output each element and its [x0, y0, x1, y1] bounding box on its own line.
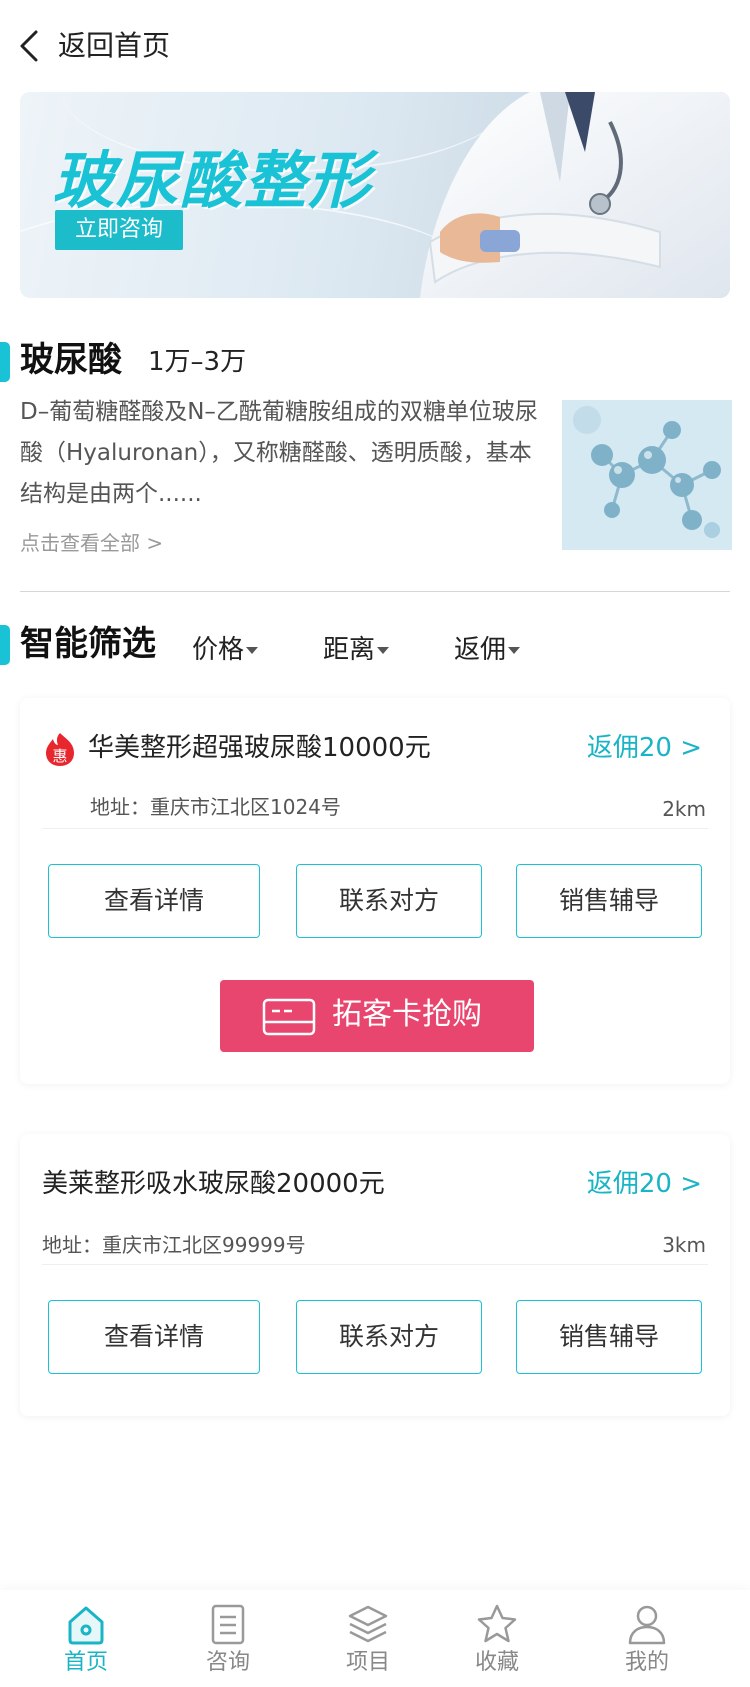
contact-button[interactable]: 联系对方 [296, 864, 482, 938]
credit-card-icon [262, 998, 316, 1036]
listing-distance: 2km [662, 797, 706, 821]
card-divider [42, 828, 708, 829]
listing-address: 地址：重庆市江北区99999号 [42, 1233, 306, 1257]
rebate-link[interactable]: 返佣20 > [587, 730, 702, 766]
consult-now-button[interactable]: 立即咨询 [55, 210, 183, 250]
section-marker [0, 625, 10, 665]
listing-title[interactable]: 美莱整形吸水玻尿酸20000元 [42, 1166, 385, 1202]
tab-home[interactable]: 首页 [26, 1590, 146, 1687]
see-all-link[interactable]: 点击查看全部 > [20, 528, 163, 558]
tab-favorites-label: 收藏 [474, 1650, 519, 1675]
sales-guidance-button[interactable]: 销售辅导 [516, 864, 702, 938]
top-bar: 返回首页 [0, 0, 750, 92]
banner-title: 玻尿酸整形 [52, 144, 373, 217]
buy-card-button[interactable]: 拓客卡抢购 [220, 980, 534, 1052]
caret-down-icon [377, 647, 390, 654]
user-icon [628, 1605, 666, 1645]
discount-badge-text: 惠 [52, 747, 67, 765]
star-icon [477, 1604, 517, 1643]
view-details-button[interactable]: 查看详情 [48, 864, 260, 938]
caret-down-icon [246, 647, 259, 654]
intro-description: D–葡萄糖醛酸及N–乙酰葡糖胺组成的双糖单位玻尿酸（Hyaluronan），又称… [20, 399, 538, 507]
listing-card[interactable]: 惠 华美整形超强玻尿酸10000元 返佣20 > 地址：重庆市江北区1024号 … [20, 698, 730, 1084]
caret-down-icon [508, 647, 521, 654]
listing-title[interactable]: 华美整形超强玻尿酸10000元 [88, 730, 431, 766]
listing-distance: 3km [662, 1233, 706, 1257]
layers-icon [348, 1605, 388, 1643]
home-icon [68, 1606, 104, 1645]
promo-banner[interactable]: 玻尿酸整形 立即咨询 [20, 92, 730, 298]
filter-price-label: 价格 [192, 635, 245, 665]
tab-projects-label: 项目 [345, 1650, 390, 1675]
discount-badge-icon: 惠 [46, 733, 74, 766]
section-divider [20, 591, 730, 592]
bottom-tab-bar: 首页 咨询 项目 收藏 我的 [0, 1590, 750, 1687]
section-marker [0, 342, 10, 382]
tab-projects[interactable]: 项目 [308, 1590, 428, 1687]
card-divider [42, 1264, 708, 1265]
section-title-filter: 智能筛选 [20, 624, 156, 664]
chevron-left-icon[interactable] [18, 28, 42, 64]
buy-card-label: 拓客卡抢购 [332, 997, 482, 1032]
tab-consult-label: 咨询 [205, 1650, 250, 1675]
document-icon [211, 1604, 245, 1645]
filter-rebate-label: 返佣 [454, 635, 507, 665]
filter-distance-label: 距离 [323, 635, 376, 665]
filter-price[interactable]: 价格 [192, 632, 259, 668]
filter-distance[interactable]: 距离 [323, 632, 390, 668]
sales-guidance-button[interactable]: 销售辅导 [516, 1300, 702, 1374]
filter-rebate[interactable]: 返佣 [454, 632, 521, 668]
listing-card[interactable]: 美莱整形吸水玻尿酸20000元 返佣20 > 地址：重庆市江北区99999号 3… [20, 1134, 730, 1416]
view-details-button[interactable]: 查看详情 [48, 1300, 260, 1374]
tab-consult[interactable]: 咨询 [168, 1590, 288, 1687]
tab-profile-label: 我的 [624, 1650, 669, 1675]
section-title-hyaluronic: 玻尿酸 [20, 340, 122, 380]
price-range: 1万–3万 [148, 347, 247, 377]
rebate-link[interactable]: 返佣20 > [587, 1166, 702, 1202]
listing-address: 地址：重庆市江北区1024号 [90, 795, 341, 819]
doctor-illustration [420, 92, 730, 298]
contact-button[interactable]: 联系对方 [296, 1300, 482, 1374]
back-home-link[interactable]: 返回首页 [58, 26, 170, 66]
molecule-image [562, 400, 732, 550]
tab-home-label: 首页 [63, 1650, 108, 1675]
tab-profile[interactable]: 我的 [587, 1590, 707, 1687]
tab-favorites[interactable]: 收藏 [437, 1590, 557, 1687]
